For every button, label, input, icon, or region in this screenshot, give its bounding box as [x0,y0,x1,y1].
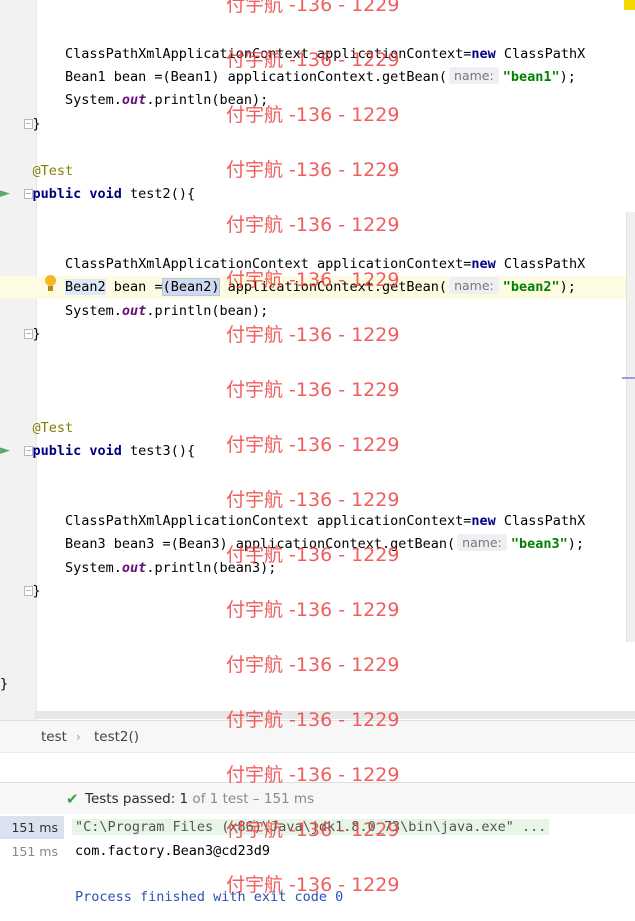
code-line[interactable]: @Test [0,160,635,183]
code-line[interactable]: System.out.println(bean); [0,89,635,112]
code-token: .println(bean); [146,303,269,319]
code-line-current[interactable]: Bean2 bean =(Bean2) applicationContext.g… [0,276,635,299]
code-token: test2(){ [121,186,196,202]
code-token: ClassPathX [495,513,586,529]
code-token: System. [0,560,122,576]
code-line[interactable]: public void test3(){ [0,440,635,463]
intention-bulb-icon[interactable] [44,275,58,293]
panel-divider[interactable] [0,752,635,783]
code-line[interactable]: } [0,673,635,696]
console-command-line[interactable]: "C:\Program Files (x86)\Java\jdk1.8.0_73… [72,816,550,839]
code-token: System. [0,92,122,108]
code-token: ClassPathXmlApplicationContext applicati… [0,256,472,272]
fold-marker-icon[interactable] [24,189,33,199]
run-test-icon[interactable]: ► [0,444,14,458]
fold-marker-icon[interactable] [24,119,33,129]
code-line[interactable]: ClassPathXmlApplicationContext applicati… [0,510,635,533]
code-line[interactable]: Bean3 bean3 =(Bean3) applicationContext.… [0,533,635,556]
horizontal-scrollbar[interactable] [35,711,635,719]
parameter-hint: name: [449,67,499,84]
code-token: "bean2" [502,279,560,295]
console-command[interactable]: "C:\Program Files (x86)\Java\jdk1.8.0_73… [72,819,550,835]
code-token: ClassPathXmlApplicationContext applicati… [0,513,472,529]
parameter-hint: name: [457,534,507,551]
test-total: of 1 test – 151 ms [188,791,315,807]
code-token: "bean3" [510,536,568,552]
code-token: ClassPathXmlApplicationContext applicati… [0,46,472,62]
chevron-right-icon: › [76,730,81,744]
code-token: Bean1 bean =(Bean1) applicationContext.g… [0,69,448,85]
code-token: } [0,676,9,692]
code-token: out [121,303,147,319]
timing-value[interactable]: 151 ms [0,840,58,863]
timing-column: 151 ms 151 ms [0,814,64,921]
code-token: } [0,326,41,342]
code-line[interactable]: System.out.println(bean); [0,300,635,323]
code-token: public void [32,186,122,202]
scroll-marker [622,377,635,379]
code-line[interactable]: public void test2(){ [0,183,635,206]
breadcrumb-item[interactable]: test2() [94,721,139,753]
code-token: @Test [32,163,74,179]
error-stripe-marker[interactable] [624,0,635,10]
console-exit-line: Process finished with exit code 0 [75,889,344,905]
code-line[interactable]: ClassPathXmlApplicationContext applicati… [0,253,635,276]
test-status-label: Tests passed: [85,791,180,807]
check-icon: ✔ [66,790,79,808]
code-token: out [121,560,147,576]
code-token: test3(){ [121,443,196,459]
code-line[interactable]: System.out.println(bean3); [0,557,635,580]
code-token: ClassPathX [495,46,586,62]
code-line[interactable]: } [0,113,635,136]
fold-marker-icon[interactable] [24,586,33,596]
code-token: bean = [105,279,163,295]
code-token: applicationContext.getBean( [219,279,448,295]
code-token: ); [567,536,584,552]
breadcrumb-item[interactable]: test [41,721,67,753]
code-line[interactable]: @Test [0,417,635,440]
code-token: ); [559,69,576,85]
code-token: new [471,513,496,529]
code-editor[interactable]: ClassPathXmlApplicationContext applicati… [0,0,635,720]
code-token: @Test [32,420,74,436]
code-line[interactable]: ClassPathXmlApplicationContext applicati… [0,43,635,66]
code-token: new [471,256,496,272]
code-token: ClassPathX [495,256,586,272]
timing-value[interactable]: 151 ms [0,816,64,839]
test-status-bar: ✔ Tests passed: 1 of 1 test – 151 ms [0,782,635,816]
code-line[interactable]: Bean1 bean =(Bean1) applicationContext.g… [0,66,635,89]
code-token: ); [559,279,576,295]
code-line[interactable]: } [0,580,635,603]
code-token: System. [0,303,122,319]
parameter-hint: name: [449,277,499,294]
code-token: } [0,116,41,132]
run-console[interactable]: 151 ms 151 ms "C:\Program Files (x86)\Ja… [0,814,635,921]
breadcrumb: test › test2() [0,720,635,753]
console-output-line: com.factory.Bean3@cd23d9 [75,843,271,859]
code-token: } [0,583,41,599]
code-line[interactable]: } [0,323,635,346]
code-token: new [471,46,496,62]
code-token: public void [32,443,122,459]
fold-marker-icon[interactable] [24,446,33,456]
vertical-scrollbar[interactable] [626,212,635,642]
fold-marker-icon[interactable] [24,329,33,339]
test-passed-count: 1 [179,791,189,807]
code-token: "bean1" [502,69,560,85]
code-token: .println(bean); [146,92,269,108]
code-token: Bean3 bean3 =(Bean3) applicationContext.… [0,536,456,552]
code-token: (Bean2) [161,278,221,296]
run-test-icon[interactable]: ► [0,187,14,201]
test-status-text: Tests passed: 1 of 1 test – 151 ms [85,783,314,815]
code-token: .println(bean3); [146,560,277,576]
code-token: Bean2 [65,279,106,295]
code-token: out [121,92,147,108]
